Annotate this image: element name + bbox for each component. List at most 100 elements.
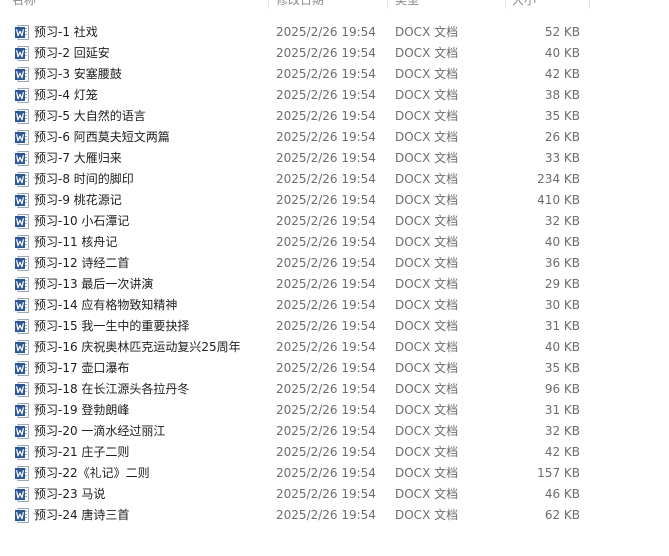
file-size: 35 KB (544, 109, 580, 123)
word-document-icon (15, 151, 29, 166)
file-type: DOCX 文档 (395, 130, 459, 144)
file-row[interactable]: 预习-1 社戏 2025/2/26 19:54 DOCX 文档 52 KB (0, 22, 669, 43)
column-divider[interactable] (387, 0, 388, 9)
file-name: 预习-6 阿西莫夫短文两篇 (34, 130, 170, 144)
file-type: DOCX 文档 (395, 298, 459, 312)
file-type: DOCX 文档 (395, 67, 459, 81)
word-document-icon (15, 340, 29, 355)
file-size: 62 KB (544, 508, 580, 522)
file-row[interactable]: 预习-21 庄子二则 2025/2/26 19:54 DOCX 文档 42 KB (0, 442, 669, 463)
file-type: DOCX 文档 (395, 445, 459, 459)
file-row[interactable]: 预习-13 最后一次讲演 2025/2/26 19:54 DOCX 文档 29 KB (0, 274, 669, 295)
file-row[interactable]: 预习-16 庆祝奥林匹克运动复兴25周年 2025/2/26 19:54 DOCX … (0, 337, 669, 358)
file-type: DOCX 文档 (395, 109, 459, 123)
file-row[interactable]: 预习-6 阿西莫夫短文两篇 2025/2/26 19:54 DOCX 文档 26 KB (0, 127, 669, 148)
file-size: 40 KB (544, 46, 580, 60)
file-name: 预习-8 时间的脚印 (34, 172, 134, 186)
file-name: 预习-18 在长江源头各拉丹冬 (34, 382, 190, 396)
file-type: DOCX 文档 (395, 277, 459, 291)
word-document-icon (15, 130, 29, 145)
file-type: DOCX 文档 (395, 172, 459, 186)
file-type: DOCX 文档 (395, 403, 459, 417)
file-row[interactable]: 预习-23 马说 2025/2/26 19:54 DOCX 文档 46 KB (0, 484, 669, 505)
file-modified-date: 2025/2/26 19:54 (276, 319, 376, 333)
file-type: DOCX 文档 (395, 319, 459, 333)
file-type: DOCX 文档 (395, 25, 459, 39)
file-name: 预习-2 回延安 (34, 46, 110, 60)
file-name: 预习-10 小石潭记 (34, 214, 130, 228)
file-modified-date: 2025/2/26 19:54 (276, 277, 376, 291)
file-row[interactable]: 预习-3 安塞腰鼓 2025/2/26 19:54 DOCX 文档 42 KB (0, 64, 669, 85)
column-divider[interactable] (268, 0, 269, 9)
file-row[interactable]: 预习-12 诗经二首 2025/2/26 19:54 DOCX 文档 36 KB (0, 253, 669, 274)
file-type: DOCX 文档 (395, 424, 459, 438)
file-type: DOCX 文档 (395, 508, 459, 522)
file-name: 预习-22《礼记》二则 (34, 466, 150, 480)
file-size: 234 KB (537, 172, 580, 186)
file-row[interactable]: 预习-22《礼记》二则 2025/2/26 19:54 DOCX 文档 157 KB (0, 463, 669, 484)
column-header-name[interactable]: 名称 (12, 0, 36, 9)
file-modified-date: 2025/2/26 19:54 (276, 172, 376, 186)
file-type: DOCX 文档 (395, 88, 459, 102)
file-name: 预习-17 壶口瀑布 (34, 361, 130, 375)
file-modified-date: 2025/2/26 19:54 (276, 340, 376, 354)
file-size: 38 KB (544, 88, 580, 102)
file-size: 410 KB (537, 193, 580, 207)
file-type: DOCX 文档 (395, 214, 459, 228)
word-document-icon (15, 487, 29, 502)
column-header-type[interactable]: 类型 (395, 0, 419, 9)
file-row[interactable]: 预习-20 一滴水经过丽江 2025/2/26 19:54 DOCX 文档 32 KB (0, 421, 669, 442)
word-document-icon (15, 466, 29, 481)
file-name: 预习-3 安塞腰鼓 (34, 67, 122, 81)
file-row[interactable]: 预习-14 应有格物致知精神 2025/2/26 19:54 DOCX 文档 30 K… (0, 295, 669, 316)
file-name: 预习-14 应有格物致知精神 (34, 298, 178, 312)
file-row[interactable]: 预习-18 在长江源头各拉丹冬 2025/2/26 19:54 DOCX 文档 96 … (0, 379, 669, 400)
file-row[interactable]: 预习-24 唐诗三首 2025/2/26 19:54 DOCX 文档 62 KB (0, 505, 669, 526)
column-divider[interactable] (505, 0, 506, 9)
word-document-icon (15, 214, 29, 229)
file-modified-date: 2025/2/26 19:54 (276, 424, 376, 438)
file-row[interactable]: 预习-15 我一生中的重要抉择 2025/2/26 19:54 DOCX 文档 31 … (0, 316, 669, 337)
column-divider[interactable] (589, 0, 590, 9)
file-name: 预习-24 唐诗三首 (34, 508, 130, 522)
word-document-icon (15, 172, 29, 187)
word-document-icon (15, 109, 29, 124)
file-row[interactable]: 预习-9 桃花源记 2025/2/26 19:54 DOCX 文档 410 KB (0, 190, 669, 211)
file-row[interactable]: 预习-19 登勃朗峰 2025/2/26 19:54 DOCX 文档 31 KB (0, 400, 669, 421)
file-size: 36 KB (544, 256, 580, 270)
file-size: 40 KB (544, 235, 580, 249)
file-size: 46 KB (544, 487, 580, 501)
column-header-date[interactable]: 修改日期 (276, 0, 324, 9)
file-modified-date: 2025/2/26 19:54 (276, 508, 376, 522)
file-size: 29 KB (544, 277, 580, 291)
file-size: 32 KB (544, 424, 580, 438)
file-size: 31 KB (544, 403, 580, 417)
file-modified-date: 2025/2/26 19:54 (276, 445, 376, 459)
file-modified-date: 2025/2/26 19:54 (276, 298, 376, 312)
file-row[interactable]: 预习-17 壶口瀑布 2025/2/26 19:54 DOCX 文档 35 KB (0, 358, 669, 379)
file-modified-date: 2025/2/26 19:54 (276, 403, 376, 417)
file-size: 35 KB (544, 361, 580, 375)
file-row[interactable]: 预习-11 核舟记 2025/2/26 19:54 DOCX 文档 40 KB (0, 232, 669, 253)
file-list: 预习-1 社戏 2025/2/26 19:54 DOCX 文档 52 KB 预习-2 回… (0, 22, 669, 526)
file-type: DOCX 文档 (395, 256, 459, 270)
file-row[interactable]: 预习-8 时间的脚印 2025/2/26 19:54 DOCX 文档 234 KB (0, 169, 669, 190)
file-type: DOCX 文档 (395, 487, 459, 501)
file-row[interactable]: 预习-4 灯笼 2025/2/26 19:54 DOCX 文档 38 KB (0, 85, 669, 106)
word-document-icon (15, 361, 29, 376)
file-modified-date: 2025/2/26 19:54 (276, 25, 376, 39)
file-size: 30 KB (544, 298, 580, 312)
file-modified-date: 2025/2/26 19:54 (276, 151, 376, 165)
file-row[interactable]: 预习-10 小石潭记 2025/2/26 19:54 DOCX 文档 32 KB (0, 211, 669, 232)
file-name: 预习-13 最后一次讲演 (34, 277, 154, 291)
file-name: 预习-12 诗经二首 (34, 256, 130, 270)
file-name: 预习-21 庄子二则 (34, 445, 130, 459)
file-row[interactable]: 预习-2 回延安 2025/2/26 19:54 DOCX 文档 40 KB (0, 43, 669, 64)
file-row[interactable]: 预习-7 大雁归来 2025/2/26 19:54 DOCX 文档 33 KB (0, 148, 669, 169)
column-header-size[interactable]: 大小 (512, 0, 536, 9)
word-document-icon (15, 67, 29, 82)
file-row[interactable]: 预习-5 大自然的语言 2025/2/26 19:54 DOCX 文档 35 KB (0, 106, 669, 127)
word-document-icon (15, 46, 29, 61)
file-size: 32 KB (544, 214, 580, 228)
file-size: 52 KB (544, 25, 580, 39)
